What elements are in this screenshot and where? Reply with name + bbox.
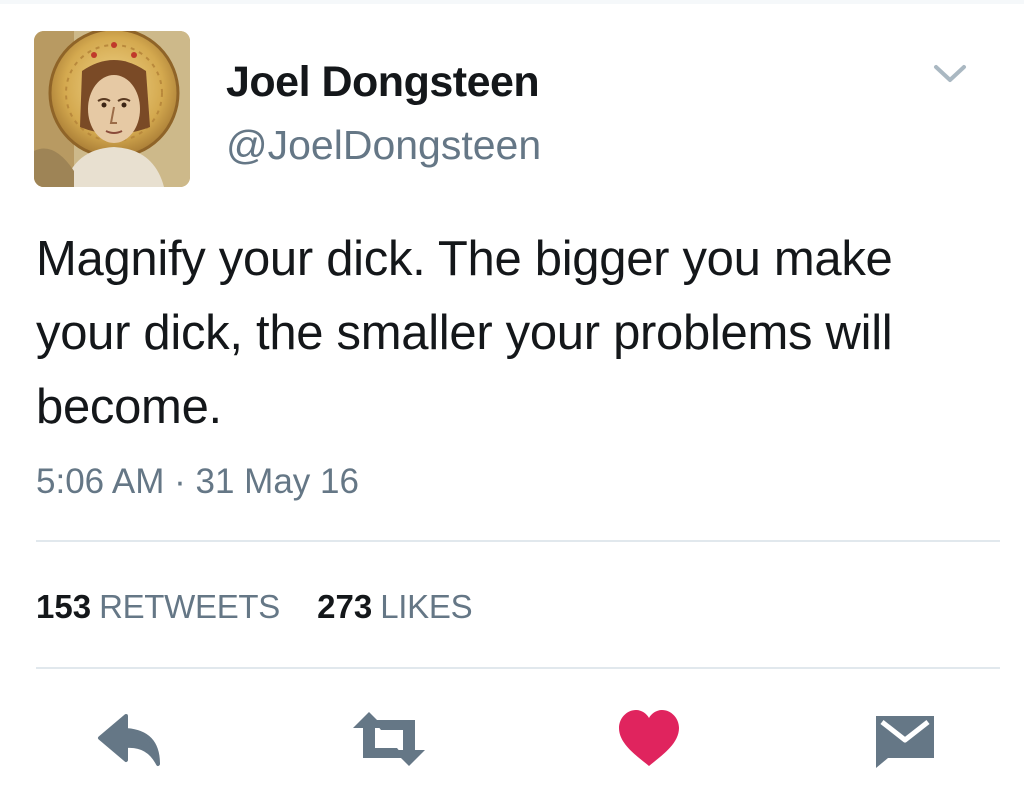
top-edge (0, 0, 1024, 4)
reply-icon (98, 714, 160, 766)
divider (36, 540, 1000, 542)
tweet-timestamp[interactable]: 5:06 AM · 31 May 16 (36, 462, 359, 502)
divider (36, 667, 1000, 669)
reply-button[interactable] (96, 708, 166, 770)
direct-message-button[interactable] (872, 708, 938, 770)
retweet-icon (353, 712, 425, 766)
display-name[interactable]: Joel Dongsteen (226, 58, 540, 107)
tweet-text: Magnify your dick. The bigger you make y… (36, 232, 893, 434)
retweets-stat[interactable]: 153 RETWEETS (36, 588, 280, 626)
chevron-down-icon (934, 65, 966, 82)
retweet-button[interactable] (347, 708, 431, 770)
avatar[interactable] (34, 31, 190, 187)
envelope-icon (876, 716, 934, 768)
heart-icon (619, 710, 679, 766)
likes-label: LIKES (380, 588, 473, 625)
more-options-button[interactable] (930, 58, 970, 88)
like-button[interactable] (617, 708, 681, 770)
user-handle[interactable]: @JoelDongsteen (226, 122, 541, 169)
retweets-count: 153 (36, 588, 92, 625)
tweet-stats: 153 RETWEETS 273 LIKES (36, 588, 500, 626)
avatar-image (34, 31, 190, 187)
likes-count: 273 (317, 588, 373, 625)
retweets-label: RETWEETS (99, 588, 280, 625)
likes-stat[interactable]: 273 LIKES (317, 588, 472, 626)
